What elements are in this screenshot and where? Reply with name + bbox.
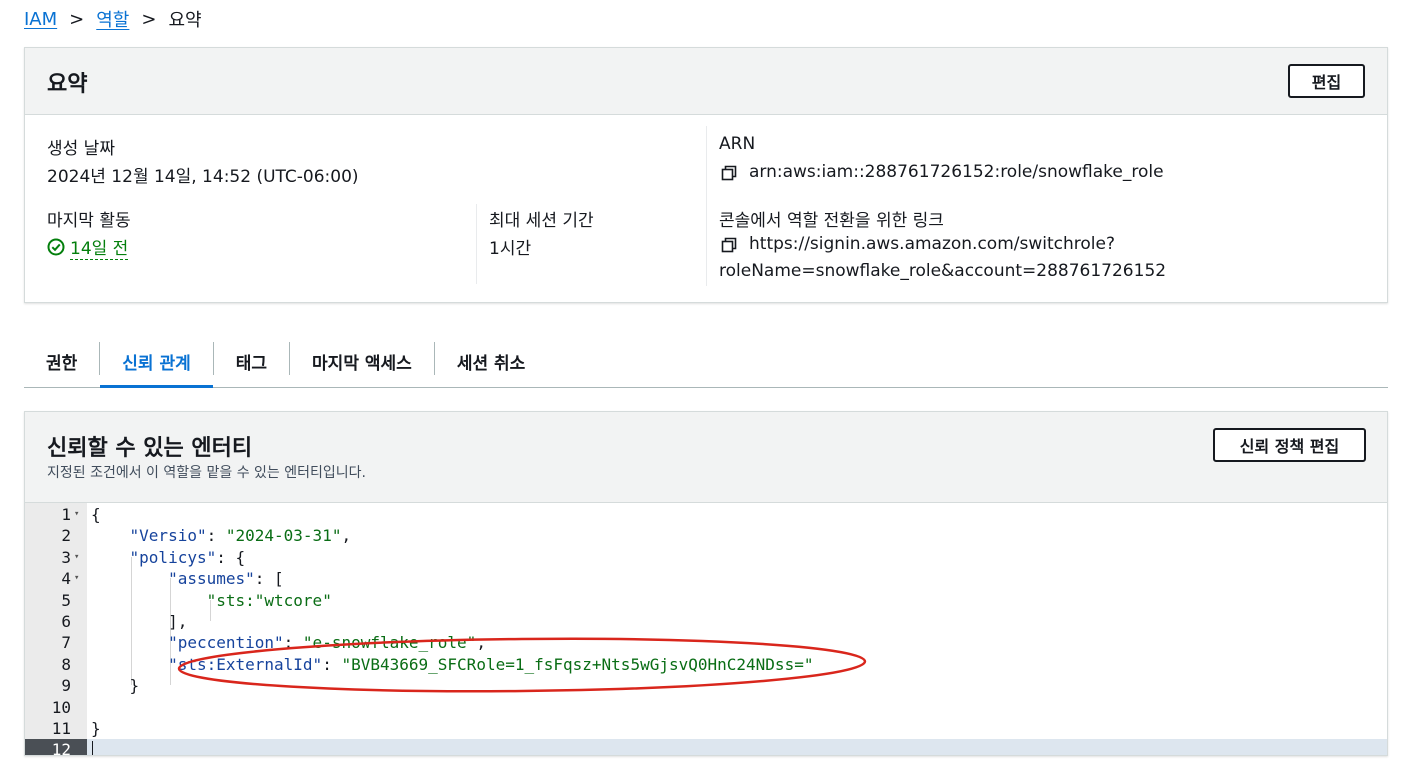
created-date-label: 생성 날짜 — [47, 139, 115, 159]
json-string: "2024-03-31" — [225, 526, 342, 546]
switch-role-link-line1: https://signin.aws.amazon.com/switchrole… — [749, 234, 1115, 254]
code-text: "policys": { — [129, 547, 246, 567]
breadcrumb-iam[interactable]: IAM — [24, 9, 57, 30]
code-line: 11} — [25, 718, 1387, 739]
tab-permissions[interactable]: 권한 — [24, 336, 99, 387]
last-activity-value[interactable]: 14일 전 — [47, 234, 129, 260]
copy-icon[interactable] — [721, 160, 743, 185]
code-text: "sts:"wtcore" — [91, 590, 332, 611]
edit-button[interactable]: 편집 — [1288, 64, 1365, 98]
code-text: { — [91, 505, 101, 524]
code-line: 6 ], — [25, 611, 1387, 632]
line-number: 12 — [25, 739, 87, 755]
max-session-value: 1시간 — [489, 239, 532, 259]
code-line: 9 } — [25, 675, 1387, 696]
arn-value: arn:aws:iam::288761726152:role/snowflake… — [749, 162, 1164, 182]
code-text: "peccention": "e-snowflake_role", — [168, 633, 486, 653]
created-date-value: 2024년 12월 14일, 14:52 (UTC-06:00) — [47, 167, 359, 187]
summary-panel: 요약 편집 생성 날짜 2024년 12월 14일, 14:52 (UTC-06… — [24, 47, 1388, 303]
tab-trust-relationships[interactable]: 신뢰 관계 — [100, 336, 214, 388]
json-key: "policys" — [129, 547, 217, 567]
summary-title: 요약 — [47, 72, 88, 97]
line-number: 10 — [51, 697, 71, 717]
code-line: 10 — [25, 697, 1387, 718]
json-string: "e-snowflake_role" — [302, 633, 477, 653]
code-text: } — [91, 676, 140, 696]
breadcrumb-roles[interactable]: 역할 — [96, 6, 129, 32]
chevron-right-icon: > — [141, 8, 157, 30]
line-number: 6 — [61, 612, 71, 631]
edit-trust-policy-button[interactable]: 신뢰 정책 편집 — [1213, 428, 1366, 462]
line-number: 5 — [61, 590, 71, 610]
code-line: 5 "sts:"wtcore" — [25, 590, 1387, 611]
code-text: ], — [91, 612, 188, 631]
switch-role-link-label: 콘솔에서 역할 전환을 위한 링크 — [719, 211, 944, 231]
line-number: 8 — [61, 654, 71, 674]
code-text: "assumes": [ — [168, 569, 284, 589]
code-line: 2 "Versio": "2024-03-31", — [25, 525, 1387, 546]
status-success-icon — [47, 238, 65, 256]
code-line: 8 "sts:ExternalId": "BVB43669_SFCRole=1_… — [25, 654, 1387, 675]
trusted-entities-panel: 신뢰할 수 있는 엔터티 지정된 조건에서 이 역할을 맡을 수 있는 엔터티입… — [24, 411, 1388, 756]
line-number: 9 — [61, 676, 71, 696]
tab-last-accessed[interactable]: 마지막 액세스 — [290, 336, 434, 387]
line-number: 11 — [51, 719, 71, 738]
breadcrumb-current: 요약 — [168, 10, 202, 31]
summary-header: 요약 편집 — [25, 48, 1387, 115]
line-number: 2 — [61, 526, 71, 546]
code-line: 4 ▾ "assumes": [ — [25, 568, 1387, 589]
column-divider — [706, 126, 707, 286]
last-activity-label: 마지막 활동 — [47, 211, 131, 231]
line-number: 4 — [61, 569, 71, 589]
copy-icon[interactable] — [721, 232, 743, 257]
switch-role-link-line2: roleName=snowflake_role&account=28876172… — [719, 261, 1167, 281]
fold-arrow-icon[interactable]: ▾ — [74, 568, 79, 589]
json-string: "sts:"wtcore" — [206, 590, 332, 610]
switch-role-link-row: https://signin.aws.amazon.com/switchrole… — [721, 232, 1115, 257]
chevron-right-icon: > — [69, 8, 85, 30]
fold-arrow-icon[interactable]: ▾ — [74, 504, 79, 525]
last-activity-text: 14일 전 — [70, 234, 129, 260]
role-tabs: 권한 신뢰 관계 태그 마지막 액세스 세션 취소 — [24, 336, 1388, 388]
trusted-entities-title: 신뢰할 수 있는 엔터티 — [47, 436, 253, 461]
line-number: 3 — [61, 547, 71, 567]
code-text: "sts:ExternalId": "BVB43669_SFCRole=1_fs… — [168, 654, 814, 674]
json-key: "assumes" — [168, 569, 255, 589]
tab-tags[interactable]: 태그 — [214, 336, 289, 387]
line-number: 1 — [61, 505, 71, 524]
text-cursor — [92, 741, 93, 755]
line-number: 7 — [61, 633, 71, 653]
column-divider — [476, 204, 477, 284]
arn-label: ARN — [719, 134, 756, 154]
code-line: 12 — [25, 739, 1387, 755]
breadcrumb: IAM > 역할 > 요약 — [24, 6, 202, 32]
max-session-label: 최대 세션 기간 — [489, 211, 594, 231]
trust-policy-editor[interactable]: 1 ▾{2 "Versio": "2024-03-31", 3 ▾ "policys"… — [25, 502, 1387, 755]
arn-row: arn:aws:iam::288761726152:role/snowflake… — [721, 160, 1164, 185]
trusted-entities-description: 지정된 조건에서 이 역할을 맡을 수 있는 엔터티입니다. — [47, 465, 366, 481]
tab-revoke-sessions[interactable]: 세션 취소 — [435, 336, 547, 387]
json-key: "sts:ExternalId" — [168, 654, 323, 674]
code-text: } — [91, 719, 101, 738]
code-line: 7 "peccention": "e-snowflake_role", — [25, 632, 1387, 653]
fold-arrow-icon[interactable]: ▾ — [74, 547, 79, 568]
json-key: "peccention" — [168, 633, 284, 653]
code-line: 3 ▾ "policys": { — [25, 547, 1387, 568]
json-key: "Versio" — [129, 526, 207, 546]
code-text: "Versio": "2024-03-31", — [129, 526, 352, 546]
json-string: "BVB43669_SFCRole=1_fsFqsz+Nts5wGjsvQ0Hn… — [341, 654, 814, 674]
code-line: 1 ▾ { — [25, 504, 1387, 525]
